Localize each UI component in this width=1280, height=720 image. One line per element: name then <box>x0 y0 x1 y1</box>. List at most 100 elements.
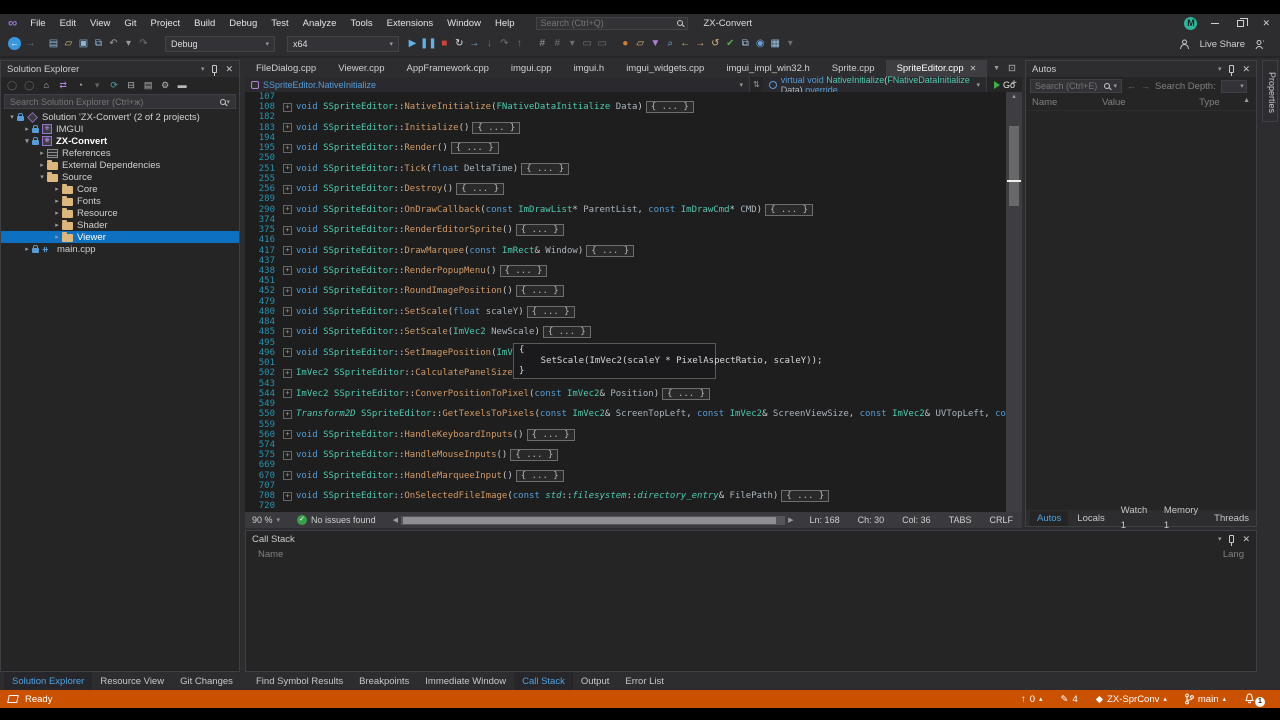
se-refresh-icon[interactable]: ⟳ <box>109 77 119 93</box>
toolbar-overflow-icon[interactable]: ▾ <box>783 36 798 52</box>
se-forward-icon[interactable]: ◯ <box>24 77 34 93</box>
autos-search-input[interactable] <box>1035 81 1101 91</box>
dock-tab-error-list[interactable]: Error List <box>617 672 672 690</box>
breakpoints-icon[interactable]: # <box>535 36 550 52</box>
tree-item-shader[interactable]: ▸Shader <box>1 219 239 231</box>
close-icon[interactable]: ✕ <box>1242 64 1250 75</box>
dock-tab-immediate-window[interactable]: Immediate Window <box>417 672 514 690</box>
column-name[interactable]: Name <box>1032 97 1102 108</box>
float-window-icon[interactable]: ⊡ <box>1008 63 1016 74</box>
se-caret-icon[interactable]: ▾ <box>92 77 102 93</box>
collapsed-region[interactable]: { ... } <box>472 122 520 134</box>
search-depth-dropdown[interactable]: ▾ <box>1221 80 1247 93</box>
tab-overflow-icon[interactable]: ▼ <box>993 65 1000 72</box>
incoming-commits-button[interactable]: ↑0▴ <box>1014 690 1050 708</box>
fold-expand-icon[interactable]: + <box>283 226 292 235</box>
branch-button[interactable]: main▴ <box>1178 690 1233 708</box>
quick-search-input[interactable] <box>541 18 677 28</box>
platform-dropdown[interactable]: x64▾ <box>287 36 399 52</box>
new-project-icon[interactable]: ▤ <box>46 36 61 52</box>
line-indicator[interactable]: Ln: 168 <box>801 515 849 525</box>
fold-expand-icon[interactable]: + <box>283 430 292 439</box>
tree-item-solution-zx-convert-2-of-2-projects[interactable]: ▾Solution 'ZX-Convert' (2 of 2 projects) <box>1 111 239 123</box>
fold-expand-icon[interactable]: + <box>283 471 292 480</box>
menu-help[interactable]: Help <box>488 18 522 29</box>
se-collapse-all-icon[interactable]: ⊟ <box>126 77 136 93</box>
eol-indicator[interactable]: CRLF <box>980 515 1022 525</box>
browser-link-icon[interactable]: ● <box>618 36 633 52</box>
close-button[interactable]: ✕ <box>1262 18 1270 29</box>
collapsed-arrow-icon[interactable]: ▸ <box>52 185 62 193</box>
close-tab-icon[interactable]: ✕ <box>970 64 977 73</box>
fold-expand-icon[interactable]: + <box>283 287 292 296</box>
tree-item-viewer[interactable]: ▸Viewer <box>1 231 239 243</box>
tree-item-external-dependencies[interactable]: ▸External Dependencies <box>1 159 239 171</box>
fold-expand-icon[interactable]: + <box>283 451 292 460</box>
solution-explorer-header[interactable]: Solution Explorer ▾ ✕ <box>1 61 239 77</box>
chevron-down-icon[interactable]: ▾ <box>201 65 205 73</box>
configuration-dropdown[interactable]: Debug▾ <box>165 36 275 52</box>
fold-expand-icon[interactable]: + <box>283 103 292 112</box>
save-icon[interactable]: ▣ <box>76 36 91 52</box>
tree-item-core[interactable]: ▸Core <box>1 183 239 195</box>
scroll-up-arrow[interactable]: ▲ <box>1243 97 1250 108</box>
account-avatar[interactable]: M <box>1184 17 1197 30</box>
dock-tab-call-stack[interactable]: Call Stack <box>514 672 573 690</box>
fold-expand-icon[interactable]: + <box>283 328 292 337</box>
repository-button[interactable]: ◆ZX-SprConv▴ <box>1089 690 1174 708</box>
tab-threads[interactable]: Threads <box>1207 511 1256 526</box>
scope-dropdown[interactable]: SSpriteEditor.NativeInitialize ▾ <box>245 77 750 92</box>
se-switch-views-icon[interactable]: ⇄ <box>58 77 68 93</box>
add-item-icon[interactable]: ▱ <box>633 36 648 52</box>
scrollbar-thumb[interactable] <box>1009 126 1019 206</box>
column-type[interactable]: Type <box>1199 97 1243 108</box>
collapsed-arrow-icon[interactable]: ▸ <box>52 197 62 205</box>
menu-test[interactable]: Test <box>264 18 295 29</box>
breakpoint-settings-icon[interactable]: # <box>550 36 565 52</box>
tree-item-source[interactable]: ▾Source <box>1 171 239 183</box>
menu-extensions[interactable]: Extensions <box>380 18 440 29</box>
stop-icon[interactable]: ■ <box>437 36 452 52</box>
scrollbar-thumb[interactable] <box>403 517 776 524</box>
collapsed-region[interactable]: { ... } <box>527 429 575 441</box>
collapsed-region[interactable]: { ... } <box>662 388 710 400</box>
history-forward-icon[interactable]: → <box>23 36 38 52</box>
collapsed-region[interactable]: { ... } <box>516 285 564 297</box>
redo-icon[interactable]: ↷ <box>136 36 151 52</box>
collapsed-region[interactable]: { ... } <box>500 265 548 277</box>
chevron-down-icon[interactable]: ▾ <box>1218 535 1222 543</box>
step-over-icon[interactable]: ↷ <box>497 36 512 52</box>
live-share-button[interactable]: Live Share <box>1200 39 1245 50</box>
pause-icon[interactable]: ❚❚ <box>420 36 437 52</box>
dock-tab-find-symbol-results[interactable]: Find Symbol Results <box>248 672 351 690</box>
se-properties-icon[interactable]: ⚙ <box>160 77 170 93</box>
tab-locals[interactable]: Locals <box>1070 511 1111 526</box>
attach-icon[interactable]: ◉ <box>753 36 768 52</box>
collapsed-region[interactable]: { ... } <box>586 245 634 257</box>
collapsed-region[interactable]: { ... } <box>765 204 813 216</box>
tab-appframework-cpp[interactable]: AppFramework.cpp <box>396 60 500 77</box>
memory-icon[interactable]: ▭ <box>595 36 610 52</box>
collapsed-region[interactable]: { ... } <box>516 470 564 482</box>
pin-icon[interactable] <box>212 65 217 73</box>
restore-button[interactable] <box>1237 20 1244 27</box>
se-home-icon[interactable]: ⌂ <box>41 77 51 93</box>
step-out-icon[interactable]: ↑ <box>512 36 527 52</box>
editor-horizontal-scrollbar[interactable]: ◀ ▶ <box>390 512 797 528</box>
char-indicator[interactable]: Ch: 30 <box>849 515 894 525</box>
pin-icon[interactable] <box>1229 65 1234 73</box>
quick-search-box[interactable] <box>536 17 688 30</box>
history-back-icon[interactable]: ← <box>8 37 21 50</box>
scroll-up-arrow[interactable]: ▲ <box>1006 94 1022 100</box>
tab-imgui-cpp[interactable]: imgui.cpp <box>500 60 563 77</box>
collapsed-region[interactable]: { ... } <box>510 449 558 461</box>
restart-icon[interactable]: ↻ <box>452 36 467 52</box>
step-into-icon[interactable]: ↓ <box>482 36 497 52</box>
properties-vertical-tab[interactable]: Properties <box>1262 60 1278 122</box>
fold-expand-icon[interactable]: + <box>283 123 292 132</box>
collapsed-arrow-icon[interactable]: ▸ <box>22 125 32 133</box>
fold-expand-icon[interactable]: + <box>283 492 292 501</box>
start-debug-icon[interactable]: ▶ <box>405 36 420 52</box>
menu-file[interactable]: File <box>23 18 52 29</box>
menu-window[interactable]: Window <box>440 18 488 29</box>
